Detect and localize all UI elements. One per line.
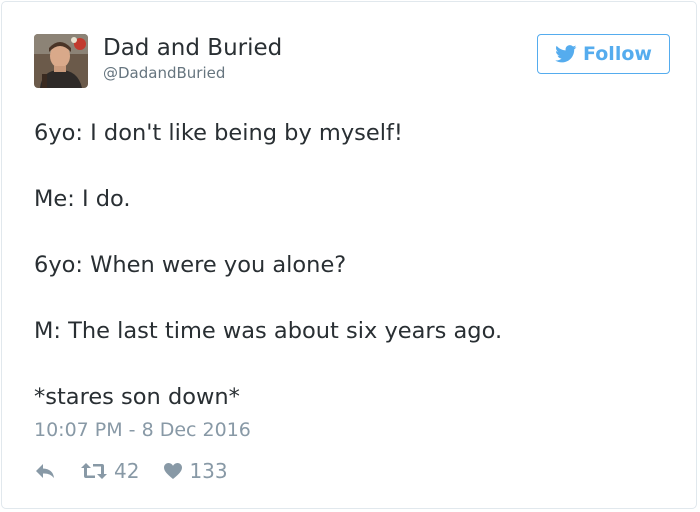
tweet-text-line: *stares son down*	[34, 384, 240, 410]
retweet-icon	[80, 461, 108, 481]
avatar[interactable]	[34, 34, 88, 88]
reply-button[interactable]	[34, 462, 56, 480]
twitter-bird-icon	[555, 45, 577, 63]
reply-icon	[34, 462, 56, 480]
like-count: 133	[189, 459, 228, 483]
retweet-count: 42	[114, 459, 140, 483]
retweet-button[interactable]: 42	[80, 459, 139, 483]
tweet-timestamp[interactable]: 10:07 PM - 8 Dec 2016	[34, 419, 251, 441]
tweet-text-line: 6yo: When were you alone?	[34, 252, 347, 278]
tweet-card: Dad and Buried @DadandBuried Follow 6yo:…	[1, 1, 697, 509]
tweet-text-line: M: The last time was about six years ago…	[34, 318, 503, 344]
heart-icon	[163, 462, 183, 480]
tweet-actions: 42 133	[34, 457, 228, 485]
display-name[interactable]: Dad and Buried	[103, 35, 282, 61]
tweet-text-line: Me: I do.	[34, 186, 131, 212]
follow-label: Follow	[583, 43, 652, 65]
user-handle[interactable]: @DadandBuried	[103, 64, 225, 82]
follow-button[interactable]: Follow	[537, 34, 670, 74]
like-button[interactable]: 133	[163, 459, 228, 483]
tweet-text-line: 6yo: I don't like being by myself!	[34, 120, 403, 146]
